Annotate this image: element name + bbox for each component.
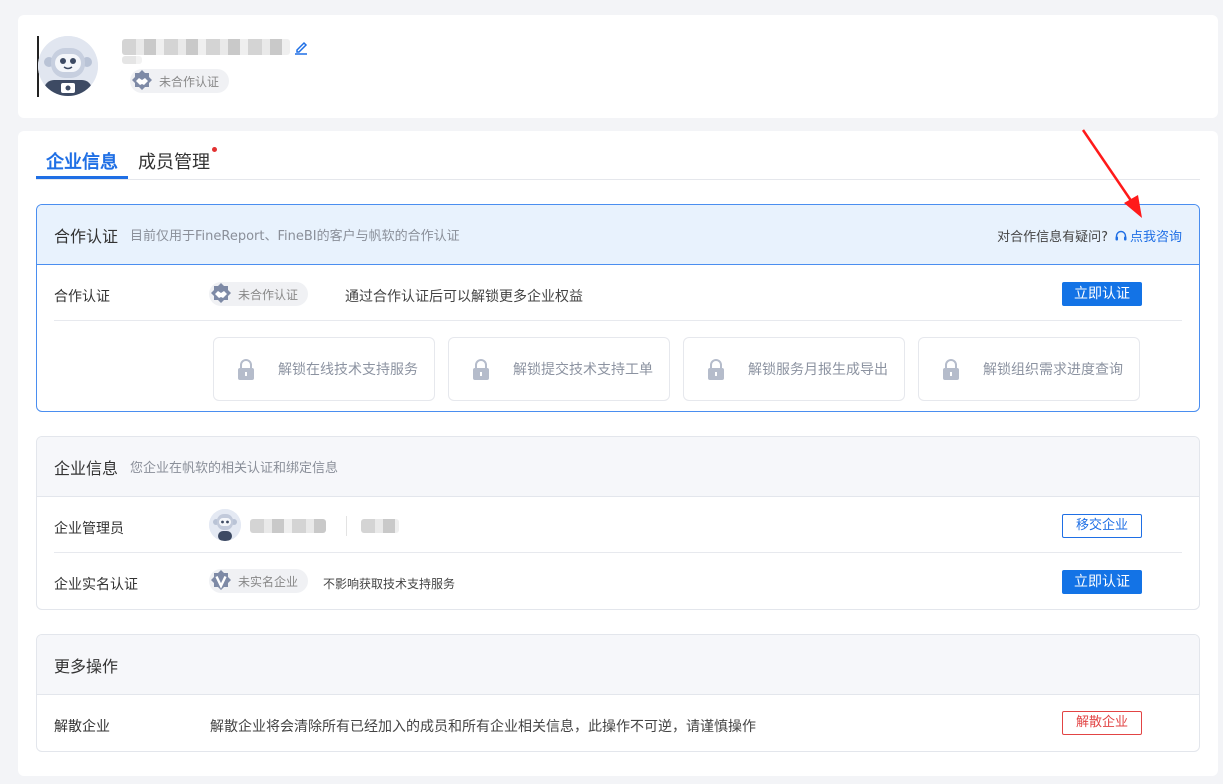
- dissolve-enterprise-button[interactable]: 解散企业: [1062, 711, 1142, 735]
- feature-label: 解锁服务月报生成导出: [748, 362, 888, 378]
- handshake-icon: [132, 70, 152, 90]
- consult-area: 对合作信息有疑问? 点我咨询: [997, 226, 1182, 245]
- feature-monthly-report: 解锁服务月报生成导出: [683, 337, 905, 401]
- realname-description: 不影响获取技术支持服务: [323, 577, 456, 591]
- tabs-divider: [36, 179, 1200, 180]
- tab-enterprise-info[interactable]: 企业信息: [46, 148, 118, 174]
- lock-icon: [238, 359, 254, 380]
- enterprise-subtitle: 您企业在帆软的相关认证和绑定信息: [130, 461, 339, 476]
- badge-text: 未合作认证: [238, 287, 299, 302]
- lock-icon: [708, 359, 724, 380]
- row-divider: [54, 320, 1182, 321]
- enterprise-title: 企业信息: [54, 458, 119, 478]
- enterprise-info-section: 企业信息 您企业在帆软的相关认证和绑定信息 企业管理员 移交企业 企业实名认证: [36, 436, 1200, 610]
- avatar[interactable]: [38, 36, 98, 96]
- transfer-enterprise-button[interactable]: 移交企业: [1062, 514, 1142, 538]
- row-divider: [54, 552, 1182, 553]
- separator: [346, 516, 347, 536]
- realname-certify-button[interactable]: 立即认证: [1062, 570, 1142, 594]
- tab-member-management[interactable]: 成员管理: [138, 148, 210, 174]
- handshake-icon: [211, 283, 231, 303]
- admin-name-blurred: [250, 519, 326, 533]
- admin-avatar: [209, 509, 241, 541]
- badge-text: 未实名企业: [238, 574, 299, 589]
- edit-icon[interactable]: [294, 39, 308, 55]
- badge-text: 未合作认证: [159, 74, 220, 89]
- feature-label: 解锁提交技术支持工单: [513, 362, 653, 378]
- robot-avatar-icon: [38, 36, 98, 96]
- cooperation-row-label: 合作认证: [54, 289, 110, 305]
- notification-dot: [212, 147, 217, 152]
- realname-label: 企业实名认证: [54, 577, 138, 593]
- dissolve-label: 解散企业: [54, 719, 110, 735]
- more-operations-section: 更多操作 解散企业 解散企业将会清除所有已经加入的成员和所有企业相关信息，此操作…: [36, 634, 1200, 752]
- lock-icon: [473, 359, 489, 380]
- feature-label: 解锁在线技术支持服务: [278, 362, 418, 378]
- cooperation-description: 通过合作认证后可以解锁更多企业权益: [345, 289, 583, 305]
- username-blurred: [122, 39, 290, 55]
- consult-link-text[interactable]: 点我咨询: [1130, 226, 1182, 245]
- verified-v-icon: [211, 570, 231, 590]
- feature-label: 解锁组织需求进度查询: [983, 362, 1123, 378]
- robot-avatar-icon: [209, 509, 241, 541]
- main-card: 企业信息 成员管理 合作认证 目前仅用于FineReport、FineBI的客户…: [18, 131, 1218, 776]
- cooperation-title: 合作认证: [54, 226, 119, 246]
- more-title: 更多操作: [54, 656, 119, 676]
- profile-card: 未合作认证: [18, 15, 1218, 118]
- consult-question: 对合作信息有疑问?: [997, 230, 1108, 245]
- admin-contact-blurred: [361, 519, 399, 533]
- feature-progress-query: 解锁组织需求进度查询: [918, 337, 1140, 401]
- realname-badge: 未实名企业: [209, 569, 309, 593]
- cooperation-header: 合作认证 目前仅用于FineReport、FineBI的客户与帆软的合作认证 对…: [37, 205, 1199, 265]
- admin-label: 企业管理员: [54, 521, 124, 537]
- more-header: 更多操作: [37, 635, 1199, 695]
- cooperation-subtitle: 目前仅用于FineReport、FineBI的客户与帆软的合作认证: [130, 229, 460, 244]
- consult-link[interactable]: 点我咨询: [1114, 226, 1182, 245]
- enterprise-header: 企业信息 您企业在帆软的相关认证和绑定信息: [37, 437, 1199, 497]
- headset-icon: [1115, 230, 1127, 240]
- lock-icon: [943, 359, 959, 380]
- username-blurred-extra: [122, 56, 142, 64]
- feature-submit-ticket: 解锁提交技术支持工单: [448, 337, 670, 401]
- certify-now-button[interactable]: 立即认证: [1062, 282, 1142, 306]
- cooperation-status-badge: 未合作认证: [130, 69, 230, 93]
- feature-online-support: 解锁在线技术支持服务: [213, 337, 435, 401]
- dissolve-description: 解散企业将会清除所有已经加入的成员和所有企业相关信息，此操作不可逆，请谨慎操作: [210, 719, 756, 735]
- cooperation-row-badge: 未合作认证: [209, 282, 309, 306]
- cooperation-section: 合作认证 目前仅用于FineReport、FineBI的客户与帆软的合作认证 对…: [36, 204, 1200, 412]
